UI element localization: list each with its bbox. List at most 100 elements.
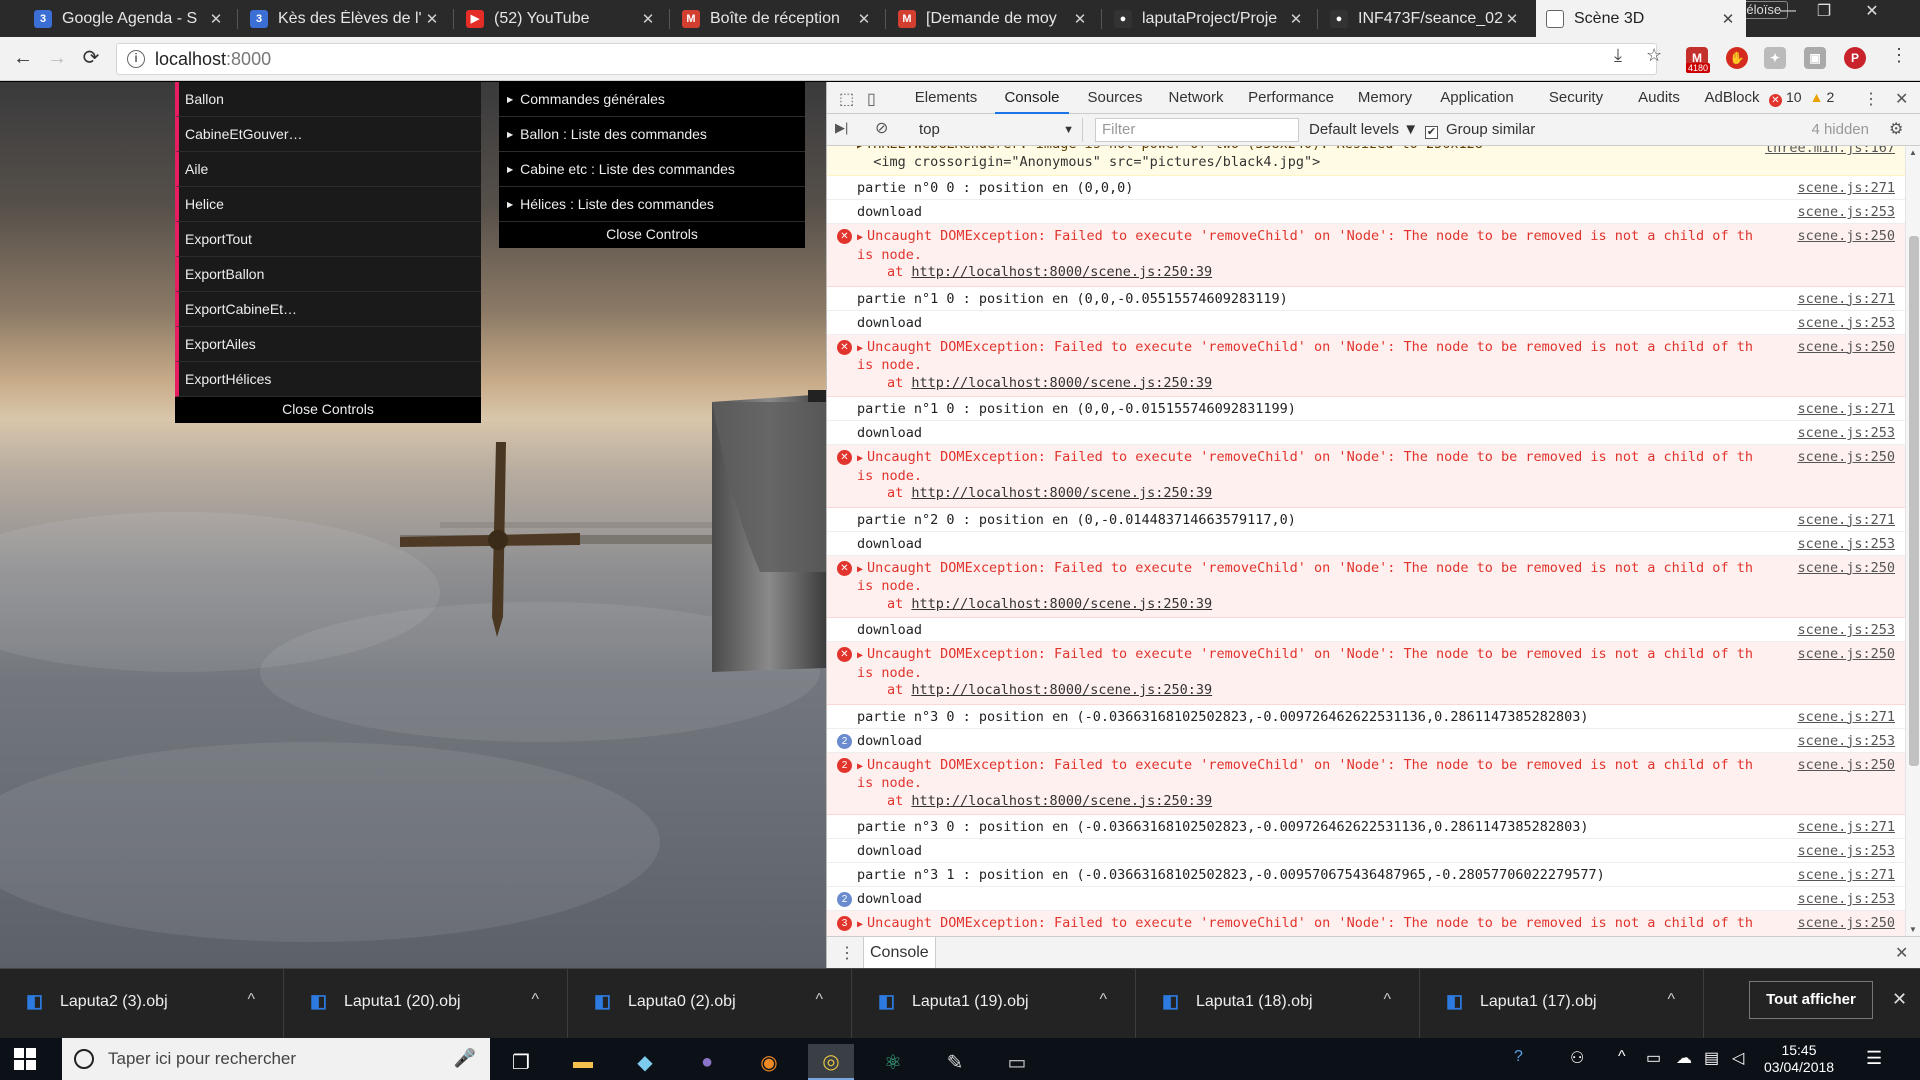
tray-expand-icon[interactable]: ^ xyxy=(1618,1048,1626,1066)
devtools-tab-audits[interactable]: Audits xyxy=(1629,82,1689,114)
browser-tab[interactable]: M [Demande de moy ✕ xyxy=(888,0,1098,37)
source-link[interactable]: scene.js:253 xyxy=(1797,843,1895,861)
source-link[interactable]: scene.js:250 xyxy=(1797,757,1895,775)
chevron-up-icon[interactable]: ^ xyxy=(531,991,539,1009)
source-link[interactable]: scene.js:271 xyxy=(1797,867,1895,885)
console-message-log[interactable]: 2 download scene.js:253 xyxy=(827,729,1905,753)
settings-gear-icon[interactable]: ⚙ xyxy=(1889,119,1903,139)
task-view-icon[interactable]: ❐ xyxy=(498,1044,544,1080)
console-message-error[interactable]: 2 ▶ Uncaught DOMException: Failed to execu… xyxy=(827,752,1905,815)
context-select[interactable]: top ▼ xyxy=(915,118,1083,142)
source-link[interactable]: scene.js:271 xyxy=(1797,180,1895,198)
devtools-tab-performance[interactable]: Performance xyxy=(1241,82,1341,114)
source-link[interactable]: scene.js:253 xyxy=(1797,204,1895,222)
scroll-up-arrow-icon[interactable]: ▲ xyxy=(1909,148,1917,157)
expand-triangle-icon[interactable]: ▶ xyxy=(857,564,863,575)
browser-tab[interactable]: ● INF473F/seance_02 ✕ xyxy=(1320,0,1530,37)
minimize-button[interactable]: — xyxy=(1770,0,1806,22)
paint-icon[interactable]: ✎ xyxy=(932,1044,978,1080)
drawer-menu-icon[interactable]: ⋮ xyxy=(839,943,855,963)
console-message-log[interactable]: partie n°1 0 : position en (0,0,-0.01515… xyxy=(827,397,1905,421)
source-link[interactable]: scene.js:250 xyxy=(1797,339,1895,357)
source-link[interactable]: scene.js:253 xyxy=(1797,425,1895,443)
microphone-icon[interactable]: 🎤 xyxy=(454,1048,476,1069)
devtools-close-icon[interactable]: ✕ xyxy=(1895,89,1908,109)
tab-close-icon[interactable]: ✕ xyxy=(208,10,224,28)
drawer-tab-console[interactable]: Console xyxy=(863,937,936,969)
puzzle-extension-icon[interactable]: ✦ xyxy=(1764,47,1786,69)
gui-function-1[interactable]: CabineEtGouver… xyxy=(175,117,481,152)
expand-triangle-icon[interactable]: ▶ xyxy=(857,232,863,243)
tab-close-icon[interactable]: ✕ xyxy=(424,10,440,28)
taskbar-search-box[interactable]: Taper ici pour rechercher 🎤 xyxy=(62,1038,490,1080)
gui-function-5[interactable]: ExportBallon xyxy=(175,257,481,292)
gui-folder-2[interactable]: ▶ Cabine etc : Liste des commandes xyxy=(499,152,805,187)
stack-url-link[interactable]: http://localhost:8000/scene.js:250:39 xyxy=(911,485,1212,501)
stack-url-link[interactable]: http://localhost:8000/scene.js:250:39 xyxy=(911,375,1212,391)
close-shelf-icon[interactable]: ✕ xyxy=(1892,989,1907,1010)
scene-viewport[interactable]: Ballon CabineEtGouver… Aile Helice ExportTou… xyxy=(0,82,826,968)
action-center-icon[interactable]: ☰ xyxy=(1866,1048,1882,1069)
expand-triangle-icon[interactable]: ▶ xyxy=(857,761,863,772)
expand-triangle-icon[interactable]: ▶ xyxy=(857,919,863,930)
console-sidebar-icon[interactable]: ▶| xyxy=(835,120,848,136)
close-controls-button[interactable]: Close Controls xyxy=(499,222,805,248)
devtools-tab-application[interactable]: Application xyxy=(1429,82,1525,114)
menu-icon[interactable]: ⋮ xyxy=(1890,45,1908,66)
source-link[interactable]: scene.js:250 xyxy=(1797,915,1895,933)
source-link[interactable]: scene.js:271 xyxy=(1797,512,1895,530)
expand-triangle-icon[interactable]: ▶ xyxy=(857,343,863,354)
gui-function-8[interactable]: ExportHélices xyxy=(175,362,481,397)
devtools-tab-sources[interactable]: Sources xyxy=(1081,82,1149,114)
source-link[interactable]: scene.js:250 xyxy=(1797,449,1895,467)
log-levels-dropdown[interactable]: Default levels ▼ xyxy=(1309,118,1418,142)
download-item[interactable]: ◧ Laputa2 (3).obj ^ xyxy=(0,969,284,1039)
tab-close-icon[interactable]: ✕ xyxy=(1504,10,1520,28)
bag-extension-icon[interactable]: ▣ xyxy=(1804,47,1826,69)
tab-close-icon[interactable]: ✕ xyxy=(1072,10,1088,28)
source-link[interactable]: scene.js:253 xyxy=(1797,315,1895,333)
download-item[interactable]: ◧ Laputa1 (17).obj ^ xyxy=(1420,969,1704,1039)
chevron-up-icon[interactable]: ^ xyxy=(815,991,823,1009)
gui-function-6[interactable]: ExportCabineEt… xyxy=(175,292,481,327)
gui-function-3[interactable]: Helice xyxy=(175,187,481,222)
firefox-icon[interactable]: ◉ xyxy=(746,1044,792,1080)
eclipse-icon[interactable]: ● xyxy=(684,1044,730,1080)
drawer-close-icon[interactable]: ✕ xyxy=(1895,943,1908,963)
source-link[interactable]: scene.js:250 xyxy=(1797,560,1895,578)
forward-button[interactable]: → xyxy=(44,47,70,71)
gui-function-7[interactable]: ExportAiles xyxy=(175,327,481,362)
gui-folder-0[interactable]: ▶ Commandes générales xyxy=(499,82,805,117)
atom-icon[interactable]: ⚛ xyxy=(870,1044,916,1080)
adblock-extension-icon[interactable]: ✋ xyxy=(1726,47,1748,69)
maximize-button[interactable]: ❐ xyxy=(1806,0,1842,22)
devtools-tab-console[interactable]: Console xyxy=(995,82,1069,114)
chevron-up-icon[interactable]: ^ xyxy=(1099,991,1107,1009)
taskbar-clock[interactable]: 15:45 03/04/2018 xyxy=(1764,1042,1834,1076)
expand-triangle-icon[interactable]: ▶ xyxy=(857,650,863,661)
close-window-button[interactable]: ✕ xyxy=(1842,0,1902,22)
browser-tab[interactable]: ● laputaProject/Proje ✕ xyxy=(1104,0,1314,37)
show-all-downloads-button[interactable]: Tout afficher xyxy=(1749,981,1873,1019)
devtools-tab-security[interactable]: Security xyxy=(1533,82,1619,114)
download-item[interactable]: ◧ Laputa0 (2).obj ^ xyxy=(568,969,852,1039)
browser-tab[interactable]: 3 Kès des Élèves de l' ✕ xyxy=(240,0,450,37)
gui-function-4[interactable]: ExportTout xyxy=(175,222,481,257)
source-link[interactable]: scene.js:271 xyxy=(1797,819,1895,837)
notes-app-icon[interactable]: ◆ xyxy=(622,1044,668,1080)
console-message-log[interactable]: download scene.js:253 xyxy=(827,311,1905,335)
console-message-log[interactable]: partie n°3 1 : position en (-0.036631681… xyxy=(827,863,1905,887)
tab-close-icon[interactable]: ✕ xyxy=(640,10,656,28)
tab-close-icon[interactable]: ✕ xyxy=(1720,10,1736,28)
console-message-log[interactable]: download scene.js:253 xyxy=(827,200,1905,224)
source-link[interactable]: scene.js:253 xyxy=(1797,891,1895,909)
error-warning-counter[interactable]: ✕ 10 ▲ 2 xyxy=(1769,89,1834,107)
devtools-tab-memory[interactable]: Memory xyxy=(1349,82,1421,114)
device-toolbar-icon[interactable]: ▯ xyxy=(867,89,876,109)
console-message-error[interactable]: 3 ▶ Uncaught DOMException: Failed to execu… xyxy=(827,911,1905,936)
network-icon[interactable]: ▤ xyxy=(1704,1048,1719,1068)
source-link[interactable]: scene.js:253 xyxy=(1797,622,1895,640)
download-item[interactable]: ◧ Laputa1 (18).obj ^ xyxy=(1136,969,1420,1039)
battery-icon[interactable]: ▭ xyxy=(1646,1048,1661,1068)
devtools-tab-adblock[interactable]: AdBlock xyxy=(1697,82,1767,114)
